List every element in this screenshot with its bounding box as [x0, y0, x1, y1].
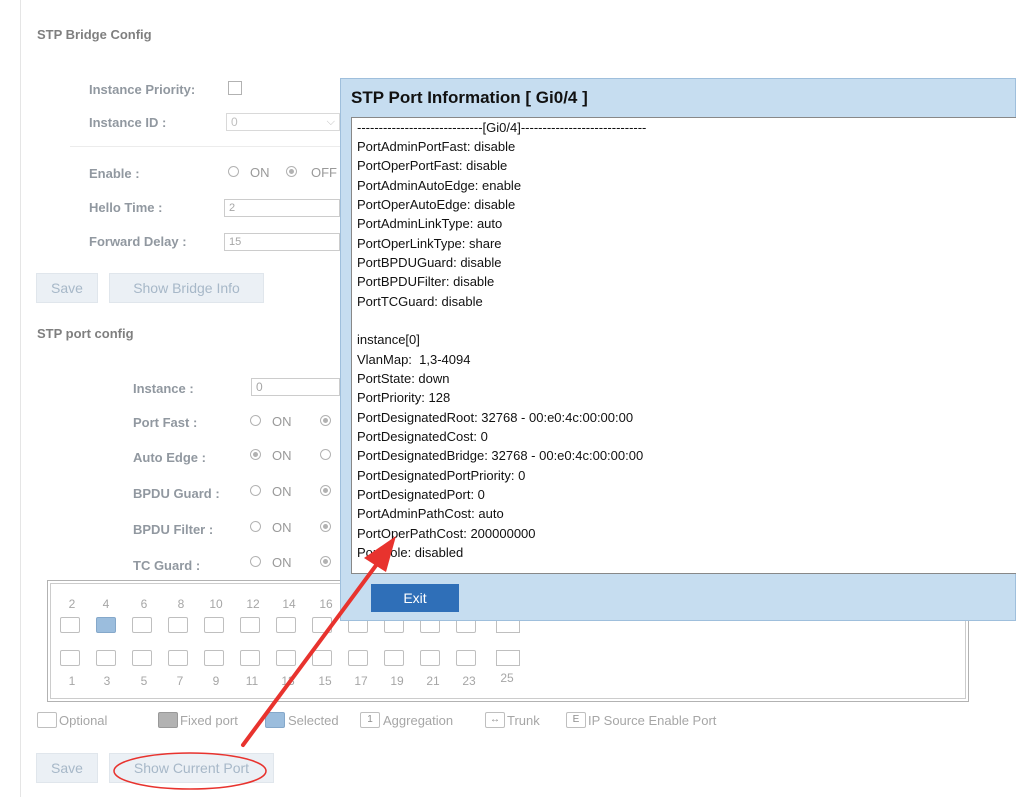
info-line: -----------------------------[Gi0/4]----… [357, 120, 647, 135]
info-line: PortState: down [357, 371, 450, 386]
info-line: PortDesignatedCost: 0 [357, 429, 488, 444]
info-line: PortAdminPortFast: disable [357, 139, 516, 154]
info-line: PortOperAutoEdge: disable [357, 197, 516, 212]
info-line: PortPriority: 128 [357, 390, 451, 405]
info-line: PortAdminPathCost: auto [357, 506, 504, 521]
dialog-title: STP Port Information [ Gi0/4 ] [351, 88, 588, 107]
info-line: VlanMap: 1,3-4094 [357, 352, 471, 367]
info-line: PortDesignatedRoot: 32768 - 00:e0:4c:00:… [357, 410, 634, 425]
info-line: PortDesignatedPortPriority: 0 [357, 468, 526, 483]
info-line: PortDesignatedPort: 0 [357, 487, 485, 502]
stp-port-info-dialog: STP Port Information [ Gi0/4 ] ---------… [340, 78, 1016, 621]
info-line: PortAdminLinkType: auto [357, 216, 503, 231]
info-line: PortOperPathCost: 200000000 [357, 526, 536, 541]
info-line: PortBPDUFilter: disable [357, 274, 495, 289]
info-line: PortAdminAutoEdge: enable [357, 178, 522, 193]
info-line: PortBPDUGuard: disable [357, 255, 502, 270]
info-line: PortOperLinkType: share [357, 236, 502, 251]
info-line: PortDesignatedBridge: 32768 - 00:e0:4c:0… [357, 448, 644, 463]
port-info-textarea[interactable]: -----------------------------[Gi0/4]----… [351, 117, 1016, 574]
exit-button[interactable]: Exit [371, 584, 459, 612]
info-line: PortOperPortFast: disable [357, 158, 508, 173]
info-line: PortTCGuard: disable [357, 294, 483, 309]
info-line: PortRole: disabled [357, 545, 464, 560]
info-line: instance[0] [357, 332, 420, 347]
